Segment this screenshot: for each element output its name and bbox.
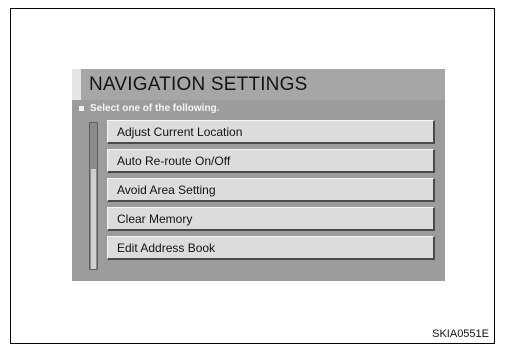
menu-item-avoid-area-setting[interactable]: Avoid Area Setting	[107, 178, 435, 202]
menu-item-label: Adjust Current Location	[117, 125, 243, 139]
title-accent-bar	[72, 69, 81, 100]
menu-item-label: Avoid Area Setting	[117, 183, 216, 197]
title-bar: NAVIGATION SETTINGS	[72, 69, 445, 100]
scrollbar[interactable]	[89, 122, 98, 270]
instruction-text: Select one of the following.	[90, 103, 220, 114]
figure-code: SKIA0551E	[432, 328, 489, 340]
menu-item-clear-memory[interactable]: Clear Memory	[107, 207, 435, 231]
scrollbar-thumb[interactable]	[91, 169, 96, 269]
menu-item-label: Clear Memory	[117, 212, 193, 226]
navigation-settings-screen: NAVIGATION SETTINGS Select one of the fo…	[72, 69, 445, 281]
menu-item-edit-address-book[interactable]: Edit Address Book	[107, 236, 435, 260]
menu-item-adjust-current-location[interactable]: Adjust Current Location	[107, 120, 435, 144]
menu-item-label: Auto Re-route On/Off	[117, 154, 231, 168]
screen-title: NAVIGATION SETTINGS	[89, 74, 308, 95]
menu-item-auto-reroute[interactable]: Auto Re-route On/Off	[107, 149, 435, 173]
menu-item-label: Edit Address Book	[117, 241, 216, 255]
bullet-icon	[79, 106, 84, 111]
